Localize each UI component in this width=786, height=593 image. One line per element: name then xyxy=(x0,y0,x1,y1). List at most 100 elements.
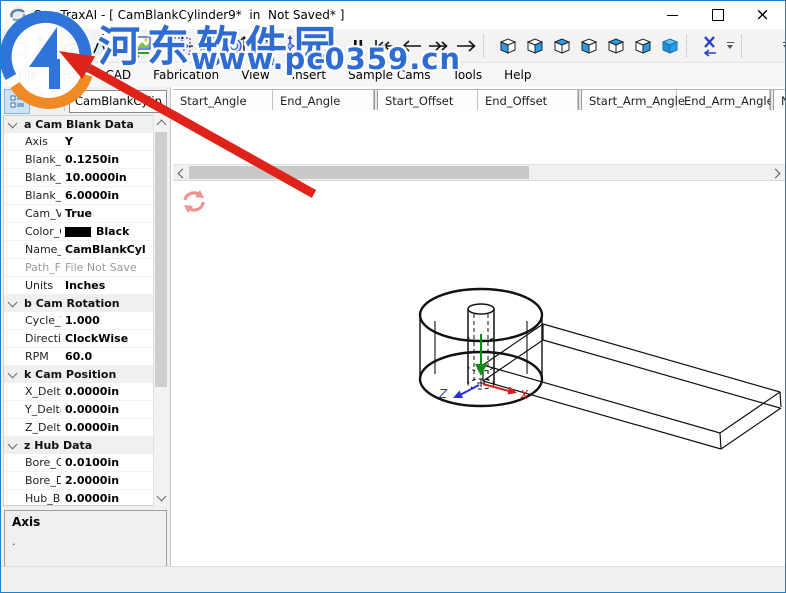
property-row[interactable]: Z_Delta0.0000in xyxy=(4,419,167,437)
minimize-button[interactable] xyxy=(650,1,695,29)
scroll-left-icon[interactable] xyxy=(178,169,188,179)
close-icon: × xyxy=(755,5,769,25)
property-group-header[interactable]: b Cam Rotation xyxy=(4,295,167,312)
title-bar: CamTraxAI - [ CamBlankCylinder9* in Not … xyxy=(1,1,785,29)
app-window: CamTraxAI - [ CamBlankCylinder9* in Not … xyxy=(0,0,786,593)
scroll-right-icon[interactable] xyxy=(771,169,781,179)
column-header[interactable]: Start_Angle xyxy=(173,90,273,111)
slab-wireframe xyxy=(483,324,781,449)
view-isometric-button[interactable] xyxy=(655,33,682,59)
column-header[interactable]: End_Arm_Angle xyxy=(677,90,770,111)
pan-view-button[interactable] xyxy=(276,33,303,59)
property-row[interactable]: Hub_Bo0.0000in xyxy=(4,490,167,506)
menu-file[interactable]: File xyxy=(7,65,49,85)
pause-button[interactable] xyxy=(344,33,371,59)
axis-x-label: X xyxy=(519,388,529,402)
scroll-up-icon[interactable] xyxy=(157,120,167,130)
rotate-view-button[interactable] xyxy=(303,33,330,59)
property-row[interactable]: Cycle_Ti1.000 xyxy=(4,312,167,330)
object-selector-combobox[interactable]: CamBlankCylin xyxy=(69,90,167,113)
align-x-axis-button[interactable] xyxy=(696,33,723,59)
cylinder-plus-icon xyxy=(7,34,31,58)
property-row[interactable]: Blank_C0.1250in xyxy=(4,151,167,169)
go-to-start-button[interactable] xyxy=(371,33,398,59)
column-header[interactable]: End_Offset xyxy=(478,90,578,111)
property-grid-scrollbar[interactable] xyxy=(153,115,168,506)
orbit-icon xyxy=(305,34,329,58)
column-header[interactable]: End_Angle xyxy=(273,90,374,111)
menu-sample-cams[interactable]: Sample Cams xyxy=(337,65,441,85)
property-group-header[interactable]: k Cam Position xyxy=(4,366,167,383)
view-right-button[interactable] xyxy=(574,33,601,59)
segment-table-body[interactable] xyxy=(173,110,785,164)
maximize-button[interactable] xyxy=(695,1,740,29)
rotate-sphere-button[interactable] xyxy=(249,33,276,59)
fast-forward-button[interactable] xyxy=(425,33,452,59)
menu-tools[interactable]: Tools xyxy=(442,65,494,85)
view-top-button[interactable] xyxy=(601,33,628,59)
add-cylinder-blank-button[interactable] xyxy=(5,33,32,59)
property-panel-toolbar: AZ CamBlankCylin xyxy=(1,87,170,115)
view-left-button[interactable] xyxy=(547,33,574,59)
add-cube-blank-button[interactable] xyxy=(32,33,59,59)
property-row[interactable]: Blank_D10.0000in xyxy=(4,169,167,187)
view-bottom-button[interactable] xyxy=(628,33,655,59)
alphabetical-sort-button[interactable]: AZ xyxy=(33,89,59,114)
step-forward-button[interactable] xyxy=(452,33,479,59)
property-row[interactable]: Cam_Vi:True xyxy=(4,205,167,223)
property-row[interactable]: Blank_H6.0000in xyxy=(4,187,167,205)
add-follower-button[interactable] xyxy=(59,33,86,59)
view-front-button[interactable] xyxy=(493,33,520,59)
menu-insert[interactable]: Insert xyxy=(281,65,337,85)
overflow-bar xyxy=(783,42,786,43)
toolbar-overflow-button[interactable] xyxy=(779,33,786,59)
menu-edit[interactable]: Edit xyxy=(49,65,94,85)
status-bar xyxy=(1,566,785,592)
scrollbar-thumb[interactable] xyxy=(155,132,167,387)
chevron-down-icon xyxy=(8,298,18,308)
scroll-down-icon[interactable] xyxy=(157,492,167,502)
export-image-button[interactable] xyxy=(127,33,154,59)
property-group-header[interactable]: z Hub Data xyxy=(4,437,167,454)
property-row[interactable]: X_Delta0.0000in xyxy=(4,383,167,401)
zoom-scale-button[interactable] xyxy=(222,33,249,59)
zoom-extents-button[interactable] xyxy=(168,33,195,59)
overflow-bar xyxy=(727,42,734,43)
menu-view[interactable]: View xyxy=(230,65,280,85)
toolbar-overflow-button[interactable] xyxy=(723,33,737,59)
close-button[interactable]: × xyxy=(740,1,785,29)
categorized-view-button[interactable] xyxy=(4,89,30,114)
view-back-button[interactable] xyxy=(520,33,547,59)
window-title: CamTraxAI - [ CamBlankCylinder9* in Not … xyxy=(33,8,344,22)
add-motion-profile-button[interactable] xyxy=(86,33,113,59)
property-group-label: k Cam Position xyxy=(24,368,116,381)
property-row[interactable]: Path_FilFile Not Save xyxy=(4,259,167,277)
section-view-button[interactable] xyxy=(195,33,222,59)
column-header[interactable]: Start_Offset xyxy=(378,90,478,111)
horizontal-scrollbar[interactable] xyxy=(173,164,785,181)
main-area: Start_Angle End_Angle Start_Offset End_O… xyxy=(171,87,785,567)
column-header[interactable]: Start_Arm_Angle xyxy=(582,90,677,111)
property-row[interactable]: DirectiorClockWise xyxy=(4,330,167,348)
image-back-arrow-icon xyxy=(129,34,153,58)
step-back-button[interactable] xyxy=(398,33,425,59)
property-row[interactable]: Y_Delta0.0000in xyxy=(4,401,167,419)
property-row[interactable]: RPM60.0 xyxy=(4,348,167,366)
menu-help[interactable]: Help xyxy=(493,65,542,85)
column-header[interactable]: N xyxy=(774,90,785,111)
scrollbar-thumb[interactable] xyxy=(189,166,529,179)
property-row[interactable]: Name_CCamBlankCyl xyxy=(4,241,167,259)
menu-fabrication[interactable]: Fabrication xyxy=(142,65,230,85)
property-row[interactable]: Bore_Di2.0000in xyxy=(4,472,167,490)
3d-viewport[interactable]: X Z xyxy=(173,182,785,567)
property-row-color[interactable]: Color_CBlack xyxy=(4,223,167,241)
property-row[interactable]: AxisY xyxy=(4,133,167,151)
chevron-down-icon xyxy=(727,45,733,49)
property-group-header[interactable]: a Cam Blank Data xyxy=(4,116,167,133)
property-row[interactable]: Bore_Ch0.0100in xyxy=(4,454,167,472)
property-panel: AZ CamBlankCylin a Cam Blank Data AxisY … xyxy=(1,87,171,567)
property-row[interactable]: UnitsInches xyxy=(4,277,167,295)
selected-object-label: CamBlankCylin xyxy=(75,94,162,108)
double-arrow-right-icon xyxy=(426,35,452,57)
menu-cad[interactable]: CAD xyxy=(94,65,142,85)
